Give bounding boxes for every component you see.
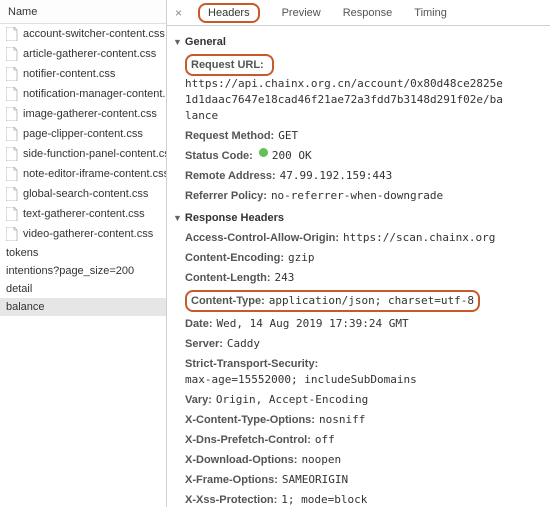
response-header-row: Content-Encoding:gzip bbox=[167, 248, 550, 268]
file-list: account-switcher-content.css article-gath… bbox=[0, 24, 166, 316]
file-item-label: note-editor-iframe-content.css bbox=[23, 168, 166, 180]
file-item-label: balance bbox=[6, 301, 45, 313]
response-header-row: X-Content-Type-Options:nosniff bbox=[167, 410, 550, 430]
sidebar-header-name[interactable]: Name bbox=[0, 0, 166, 24]
section-general[interactable]: ▼ General bbox=[167, 30, 550, 52]
file-item-label: article-gatherer-content.css bbox=[23, 48, 156, 60]
file-item-label: notification-manager-content.... bbox=[23, 88, 166, 100]
disclosure-triangle-icon: ▼ bbox=[173, 37, 182, 47]
row-request-method: Request Method: GET bbox=[167, 126, 550, 146]
file-item[interactable]: text-gatherer-content.css bbox=[0, 204, 166, 224]
file-item[interactable]: detail bbox=[0, 280, 166, 298]
response-header-row: X-Frame-Options:SAMEORIGIN bbox=[167, 470, 550, 490]
tab-headers[interactable]: Headers bbox=[188, 3, 270, 23]
close-icon[interactable]: × bbox=[171, 6, 186, 20]
row-remote-address: Remote Address: 47.99.192.159:443 bbox=[167, 166, 550, 186]
file-item[interactable]: intentions?page_size=200 bbox=[0, 262, 166, 280]
response-header-row: Content-Type:application/json; charset=u… bbox=[167, 288, 550, 314]
file-item-label: global-search-content.css bbox=[23, 188, 148, 200]
response-header-row: Strict-Transport-Security:max-age=155520… bbox=[167, 354, 550, 390]
file-item[interactable]: article-gatherer-content.css bbox=[0, 44, 166, 64]
response-header-row: Content-Length:243 bbox=[167, 268, 550, 288]
main-panel: × Headers Preview Response Timing ▼ Gene… bbox=[167, 0, 550, 507]
disclosure-triangle-icon: ▼ bbox=[173, 213, 182, 223]
file-item-label: tokens bbox=[6, 247, 38, 259]
tab-preview[interactable]: Preview bbox=[272, 3, 331, 23]
sidebar: Name account-switcher-content.css article… bbox=[0, 0, 167, 507]
file-item-label: notifier-content.css bbox=[23, 68, 115, 80]
row-referrer-policy: Referrer Policy: no-referrer-when-downgr… bbox=[167, 186, 550, 206]
response-header-row: X-Dns-Prefetch-Control:off bbox=[167, 430, 550, 450]
file-item[interactable]: tokens bbox=[0, 244, 166, 262]
file-item[interactable]: image-gatherer-content.css bbox=[0, 104, 166, 124]
response-header-row: Date:Wed, 14 Aug 2019 17:39:24 GMT bbox=[167, 314, 550, 334]
headers-content: ▼ General Request URL: https://api.chain… bbox=[167, 26, 550, 507]
file-item[interactable]: notification-manager-content.... bbox=[0, 84, 166, 104]
row-status-code: Status Code: 200 OK bbox=[167, 146, 550, 166]
file-item-label: text-gatherer-content.css bbox=[23, 208, 145, 220]
file-item-label: intentions?page_size=200 bbox=[6, 265, 134, 277]
file-item[interactable]: account-switcher-content.css bbox=[0, 24, 166, 44]
status-dot-icon bbox=[259, 148, 268, 157]
file-item-label: account-switcher-content.css bbox=[23, 28, 165, 40]
file-item[interactable]: balance bbox=[0, 298, 166, 316]
tab-timing[interactable]: Timing bbox=[404, 3, 457, 23]
file-item[interactable]: page-clipper-content.css bbox=[0, 124, 166, 144]
response-header-row: Access-Control-Allow-Origin:https://scan… bbox=[167, 228, 550, 248]
file-item-label: video-gatherer-content.css bbox=[23, 228, 153, 240]
file-item[interactable]: side-function-panel-content.css bbox=[0, 144, 166, 164]
file-item[interactable]: note-editor-iframe-content.css bbox=[0, 164, 166, 184]
row-request-url: Request URL: https://api.chainx.org.cn/a… bbox=[167, 52, 550, 126]
response-header-row: Server:Caddy bbox=[167, 334, 550, 354]
file-item-label: page-clipper-content.css bbox=[23, 128, 143, 140]
section-response-headers[interactable]: ▼ Response Headers bbox=[167, 206, 550, 228]
file-item-label: image-gatherer-content.css bbox=[23, 108, 157, 120]
file-item-label: side-function-panel-content.css bbox=[23, 148, 166, 160]
response-header-row: Vary:Origin, Accept-Encoding bbox=[167, 390, 550, 410]
file-item[interactable]: global-search-content.css bbox=[0, 184, 166, 204]
file-item[interactable]: video-gatherer-content.css bbox=[0, 224, 166, 244]
tabbar: × Headers Preview Response Timing bbox=[167, 0, 550, 26]
response-header-row: X-Xss-Protection:1; mode=block bbox=[167, 490, 550, 507]
file-item-label: detail bbox=[6, 283, 32, 295]
response-header-row: X-Download-Options:noopen bbox=[167, 450, 550, 470]
tab-response[interactable]: Response bbox=[333, 3, 403, 23]
file-item[interactable]: notifier-content.css bbox=[0, 64, 166, 84]
